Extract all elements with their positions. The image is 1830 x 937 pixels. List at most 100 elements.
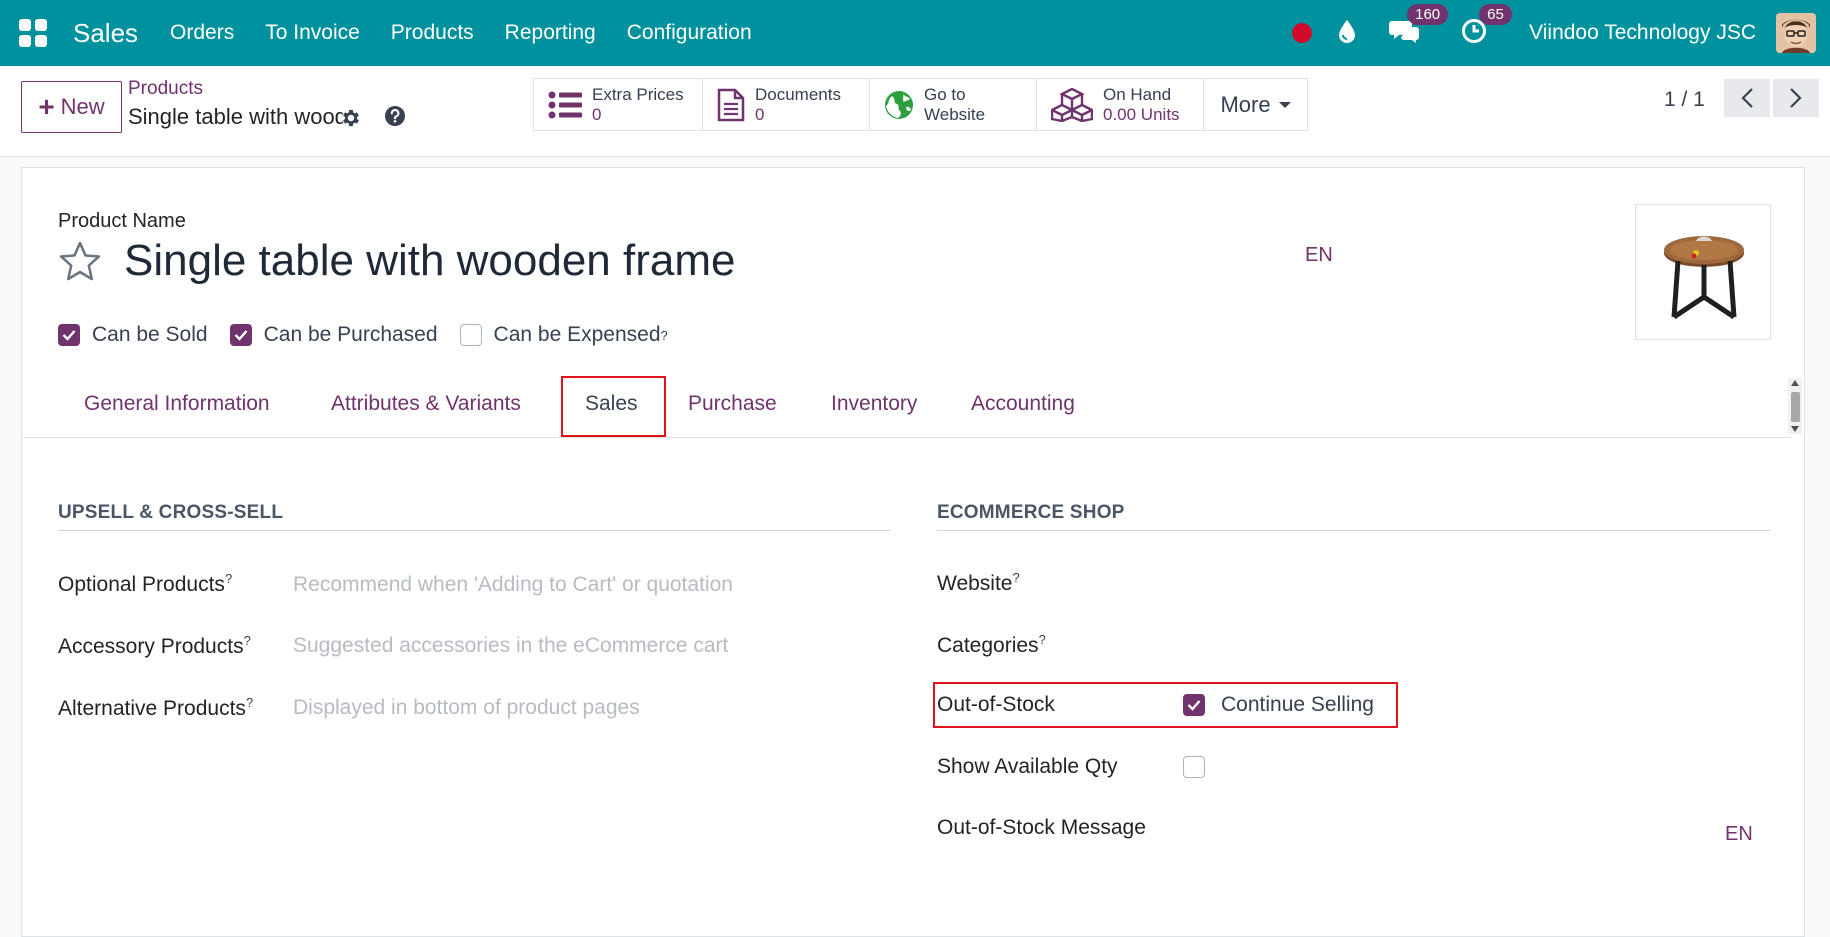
top-navbar: Sales Orders To Invoice Products Reporti… <box>0 0 1830 66</box>
tab-attributes-variants[interactable]: Attributes & Variants <box>331 392 521 416</box>
product-name-label: Product Name <box>58 210 186 232</box>
company-switcher[interactable]: Viindoo Technology JSC <box>1529 21 1756 45</box>
user-avatar[interactable] <box>1776 13 1816 53</box>
new-button[interactable]: + New <box>21 81 122 133</box>
favorite-star-icon[interactable] <box>58 240 102 287</box>
checkmark-icon <box>58 324 80 346</box>
chevron-left-icon <box>1741 88 1753 108</box>
website-label-line1: Go to <box>924 84 966 104</box>
optional-products-input[interactable]: Recommend when 'Adding to Cart' or quota… <box>293 573 733 597</box>
help-icon[interactable] <box>384 105 406 132</box>
documents-label: Documents <box>755 84 841 104</box>
out-of-stock-message-label: Out-of-Stock Message <box>937 816 1146 839</box>
can-be-expensed-checkbox[interactable]: Can be Expensed? <box>459 323 668 347</box>
breadcrumb-products[interactable]: Products <box>128 78 203 100</box>
on-hand-value: 0.00 Units <box>1103 104 1180 124</box>
ecommerce-section-title: ECOMMERCE SHOP <box>937 502 1125 523</box>
show-available-qty-checkbox[interactable] <box>1183 756 1217 783</box>
alternative-products-input[interactable]: Displayed in bottom of product pages <box>293 696 640 720</box>
activities-clock-icon[interactable]: 65 <box>1461 3 1512 49</box>
tabs-scrollbar[interactable] <box>1788 378 1802 434</box>
tooltip-mark[interactable]: ? <box>244 633 251 648</box>
tooltip-mark[interactable]: ? <box>1012 570 1019 585</box>
website-label-line2: Website <box>924 104 986 124</box>
can-be-purchased-label: Can be Purchased <box>263 323 438 346</box>
more-button-label: More <box>1220 91 1271 117</box>
control-panel: + New Products Single table with wooden … <box>0 66 1830 157</box>
checkmark-icon <box>229 324 252 346</box>
pager-value[interactable]: 1 / 1 <box>1664 88 1705 112</box>
out-of-stock-message-lang-button[interactable]: EN <box>1725 823 1753 846</box>
notebook-tabs: General Information Attributes & Variant… <box>22 376 1792 438</box>
extra-prices-label: Extra Prices <box>592 84 684 104</box>
categories-label: Categories? <box>937 632 1046 657</box>
can-be-purchased-checkbox[interactable]: Can be Purchased <box>229 323 438 347</box>
document-icon <box>717 88 745 121</box>
continue-selling-label: Continue Selling <box>1221 693 1374 716</box>
upsell-section-title: UPSELL & CROSS-SELL <box>58 502 284 523</box>
tooltip-mark[interactable]: ? <box>225 571 232 586</box>
product-flags: Can be Sold Can be Purchased Can be Expe… <box>58 323 690 347</box>
ecommerce-divider <box>937 530 1770 531</box>
website-label: Website? <box>937 570 1020 595</box>
form-sheet: Product Name Single table with wooden fr… <box>21 167 1805 937</box>
go-to-website-button[interactable]: Go to Website <box>870 79 1037 130</box>
gear-icon[interactable] <box>340 107 362 134</box>
scrollbar-thumb[interactable] <box>1791 392 1800 422</box>
extra-prices-button[interactable]: Extra Prices 0 <box>534 79 703 130</box>
app-menu-icon[interactable] <box>19 19 47 47</box>
menu-reporting[interactable]: Reporting <box>505 21 596 45</box>
menu-orders[interactable]: Orders <box>170 21 234 45</box>
tab-inventory[interactable]: Inventory <box>831 392 917 416</box>
tab-purchase[interactable]: Purchase <box>688 392 777 416</box>
menu-products[interactable]: Products <box>391 21 474 45</box>
show-available-qty-label: Show Available Qty <box>937 755 1118 778</box>
breadcrumb-current-record: Single table with wooden frame <box>128 104 343 129</box>
out-of-stock-label: Out-of-Stock <box>937 693 1055 716</box>
on-hand-label: On Hand <box>1103 84 1172 104</box>
tab-accounting[interactable]: Accounting <box>971 392 1075 416</box>
menu-to-invoice[interactable]: To Invoice <box>265 21 360 45</box>
can-be-sold-checkbox[interactable]: Can be Sold <box>58 323 208 347</box>
tooltip-mark[interactable]: ? <box>1039 632 1046 647</box>
optional-products-label: Optional Products? <box>58 571 233 596</box>
systray: 160 65 Viindoo Technology JSC <box>1292 0 1830 66</box>
messages-badge: 160 <box>1407 3 1449 25</box>
can-be-sold-label: Can be Sold <box>92 323 208 346</box>
activities-badge: 65 <box>1479 3 1512 25</box>
tooltip-mark[interactable]: ? <box>661 328 668 343</box>
on-hand-button[interactable]: On Hand 0.00 Units <box>1037 79 1204 130</box>
menu-configuration[interactable]: Configuration <box>627 21 752 45</box>
accessory-products-input[interactable]: Suggested accessories in the eCommerce c… <box>293 634 728 658</box>
cubes-icon <box>1051 87 1093 122</box>
caret-down-icon <box>1278 101 1291 108</box>
scroll-down-arrow-icon <box>1791 426 1799 432</box>
record-dot-icon[interactable] <box>1292 23 1313 43</box>
tooltip-mark[interactable]: ? <box>246 695 253 710</box>
tab-general-information[interactable]: General Information <box>84 392 270 416</box>
product-name-lang-button[interactable]: EN <box>1305 244 1333 267</box>
tab-sales[interactable]: Sales <box>585 392 638 416</box>
scroll-up-arrow-icon <box>1791 380 1799 386</box>
plus-icon: + <box>38 91 55 122</box>
documents-button[interactable]: Documents 0 <box>703 79 870 130</box>
globe-icon <box>885 90 913 119</box>
checkmark-icon <box>1183 694 1205 716</box>
app-brand[interactable]: Sales <box>73 18 138 49</box>
upsell-divider <box>58 530 890 531</box>
pager-previous-button[interactable] <box>1724 79 1770 117</box>
messages-icon[interactable]: 160 <box>1389 3 1449 49</box>
list-icon <box>548 91 582 118</box>
empty-checkbox-icon <box>459 324 482 346</box>
more-button[interactable]: More <box>1204 79 1307 130</box>
water-drop-icon[interactable] <box>1338 19 1356 48</box>
new-button-label: New <box>60 94 105 119</box>
alternative-products-label: Alternative Products? <box>58 695 254 720</box>
extra-prices-count: 0 <box>592 104 602 124</box>
chevron-right-icon <box>1790 88 1802 108</box>
pager-next-button[interactable] <box>1773 79 1819 117</box>
can-be-expensed-label: Can be Expensed <box>493 323 661 346</box>
product-name-input[interactable]: Single table with wooden frame <box>124 236 735 286</box>
product-image[interactable] <box>1635 204 1771 340</box>
continue-selling-checkbox[interactable]: Continue Selling <box>1183 693 1374 717</box>
